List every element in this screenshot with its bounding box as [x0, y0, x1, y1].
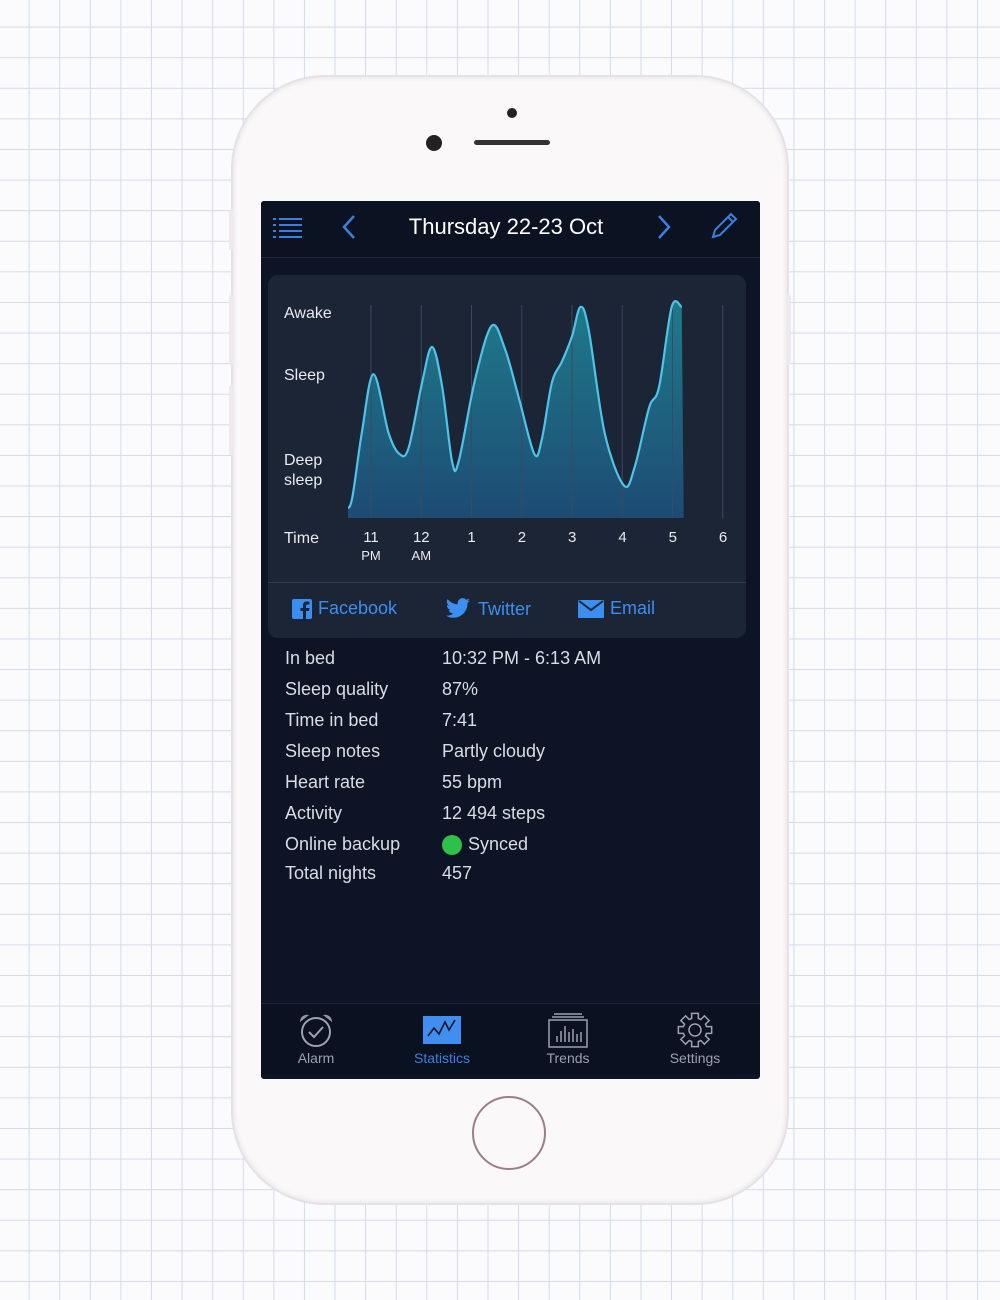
tab-bar: Alarm Statistics Trends Settings: [261, 1003, 760, 1075]
y-label-deep-2: sleep: [284, 472, 323, 489]
detail-row: Sleep notes Partly cloudy: [285, 741, 745, 767]
detail-row: Total nights 457: [285, 863, 745, 889]
detail-value-text: Synced: [468, 834, 529, 854]
alarm-clock-icon: [299, 1014, 333, 1047]
y-label-awake: Awake: [284, 305, 332, 322]
x-tick-hour: 5: [668, 529, 677, 546]
facebook-icon: [292, 598, 312, 619]
detail-label: Online backup: [285, 834, 401, 854]
sleep-chart: [348, 300, 724, 518]
app-screen: Thursday 22-23 Oct Awake Sleep Deep sleep…: [261, 201, 760, 1079]
x-tick-hour: 6: [718, 529, 728, 546]
detail-label: Time in bed: [285, 710, 379, 730]
detail-value: Partly cloudy: [442, 741, 545, 762]
detail-row: Online backup Synced: [285, 834, 745, 860]
x-tick-hour: 3: [568, 529, 577, 546]
divider: [268, 582, 746, 583]
statistics-icon: [423, 1016, 461, 1044]
x-tick: 5: [653, 529, 693, 547]
detail-value-text: 7:41: [442, 710, 478, 730]
detail-value-text: 12 494 steps: [442, 803, 546, 823]
y-label-sleep: Sleep: [284, 367, 325, 384]
power-button: [786, 295, 791, 365]
tab-label: Settings: [669, 1050, 721, 1066]
detail-row: Activity 12 494 steps: [285, 803, 745, 829]
email-share-button[interactable]: Email: [578, 598, 655, 619]
volume-up-button: [229, 295, 234, 365]
tab-trends[interactable]: Trends: [518, 1004, 618, 1076]
detail-value: 12 494 steps: [442, 803, 545, 824]
x-tick-hour: 2: [517, 529, 527, 546]
sleep-area: [348, 301, 684, 518]
tab-label: Trends: [546, 1050, 590, 1066]
detail-label: Activity: [285, 803, 343, 823]
tab-settings[interactable]: Settings: [645, 1004, 745, 1076]
pencil-icon[interactable]: [710, 212, 738, 240]
twitter-icon: [445, 598, 471, 618]
y-label-deep: Deep sleep: [284, 451, 322, 491]
detail-value-text: 10:32 PM - 6:13 AM: [442, 648, 602, 668]
detail-value: 87%: [442, 679, 478, 700]
y-label-deep-1: Deep: [284, 452, 323, 469]
twitter-label: Twitter: [478, 598, 532, 619]
x-tick: 11 PM: [351, 529, 391, 565]
top-bar: Thursday 22-23 Oct: [261, 201, 760, 258]
front-camera: [426, 135, 442, 151]
email-icon: [578, 599, 604, 618]
email-label: Email: [610, 598, 656, 618]
detail-label: In bed: [285, 648, 336, 668]
detail-row: Heart rate 55 bpm: [285, 772, 745, 798]
x-tick-suffix: AM: [411, 548, 432, 563]
detail-value: 55 bpm: [442, 772, 502, 793]
tab-alarm[interactable]: Alarm: [266, 1004, 366, 1076]
sync-status-dot: [442, 834, 462, 855]
home-button[interactable]: [472, 1096, 546, 1170]
x-tick: 4: [603, 529, 643, 547]
detail-row: Sleep quality 87%: [285, 679, 745, 705]
detail-row: In bed 10:32 PM - 6:13 AM: [285, 648, 745, 674]
x-tick: 2: [502, 529, 542, 547]
x-tick: 1: [452, 529, 492, 547]
x-tick-suffix: PM: [361, 548, 381, 563]
tab-label: Alarm: [297, 1050, 335, 1066]
volume-down-button: [229, 385, 234, 455]
twitter-share-button[interactable]: Twitter: [444, 598, 531, 620]
x-tick-hour: 1: [467, 529, 476, 546]
trends-icon: [548, 1013, 588, 1048]
gear-icon: [677, 1012, 713, 1048]
x-tick-hour: 4: [618, 529, 627, 546]
detail-value-text: 457: [442, 863, 473, 883]
chevron-right-icon[interactable]: [656, 214, 672, 240]
x-tick: 3: [552, 529, 592, 547]
x-tick: 12 AM: [401, 529, 441, 565]
detail-value: 457: [442, 863, 472, 884]
detail-label: Sleep notes: [285, 741, 381, 761]
page-title: Thursday 22-23 Oct: [408, 214, 604, 239]
x-axis-label: Time: [284, 530, 319, 547]
detail-value: 7:41: [442, 710, 477, 731]
sensor: [507, 108, 517, 118]
detail-label: Heart rate: [285, 772, 366, 792]
mute-switch: [229, 210, 234, 250]
detail-value: 10:32 PM - 6:13 AM: [442, 648, 601, 669]
detail-value-text: 87%: [442, 679, 479, 699]
facebook-label: Facebook: [318, 598, 398, 618]
x-tick-hour: 11: [363, 529, 379, 546]
detail-value: Synced: [442, 834, 528, 855]
x-tick-hour: 12: [412, 529, 430, 546]
tab-statistics[interactable]: Statistics: [392, 1004, 492, 1076]
facebook-share-button[interactable]: Facebook: [292, 598, 397, 619]
detail-value-text: 55 bpm: [442, 772, 503, 792]
detail-value-text: Partly cloudy: [442, 741, 546, 761]
tab-label: Statistics: [413, 1050, 470, 1066]
speaker: [474, 140, 550, 145]
detail-label: Sleep quality: [285, 679, 389, 699]
x-tick: 6: [703, 529, 743, 547]
detail-label: Total nights: [285, 863, 377, 883]
detail-row: Time in bed 7:41: [285, 710, 745, 736]
